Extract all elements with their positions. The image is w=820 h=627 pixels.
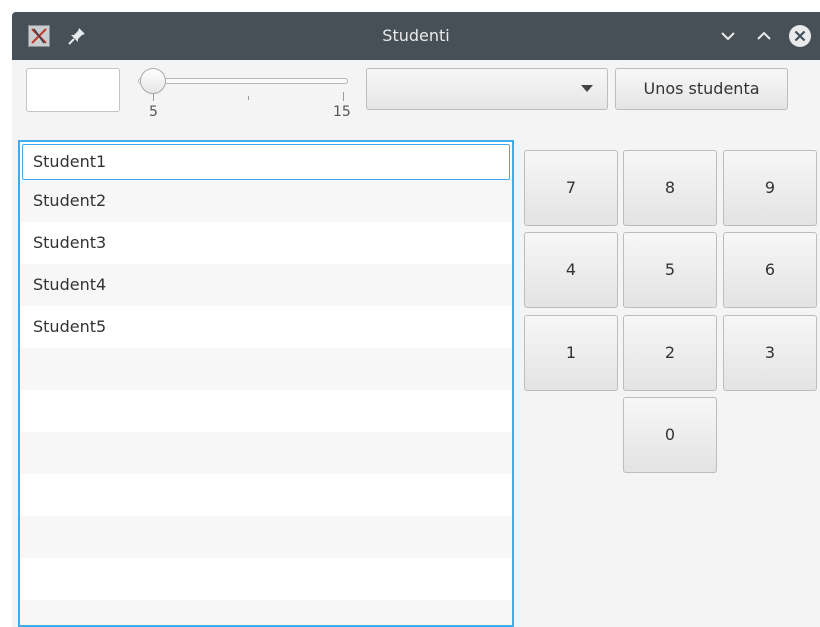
keypad-key-8[interactable]: 8 (623, 150, 717, 226)
keypad-key-3[interactable]: 3 (723, 315, 817, 391)
list-item[interactable]: Student3 (20, 222, 512, 264)
text-field[interactable] (26, 68, 120, 112)
list-row-empty[interactable] (20, 390, 512, 432)
list-item[interactable]: Student4 (20, 264, 512, 306)
minimize-button[interactable] (716, 24, 740, 48)
list-row-empty[interactable] (20, 600, 512, 625)
client-area: 5 15 Unos studenta Student1 Student2 Stu… (12, 60, 820, 627)
window-title: Studenti (382, 26, 450, 45)
maximize-button[interactable] (752, 24, 776, 48)
slider-min-label: 5 (149, 104, 158, 120)
add-student-button[interactable]: Unos studenta (615, 68, 788, 110)
list-row-empty[interactable] (20, 558, 512, 600)
keypad-key-6[interactable]: 6 (723, 232, 817, 308)
chevron-down-icon (581, 85, 593, 92)
app-icon[interactable] (28, 25, 50, 47)
slider-track[interactable] (138, 78, 348, 84)
combo-box[interactable] (366, 68, 608, 110)
slider-max-label: 15 (333, 104, 351, 120)
list-row-empty[interactable] (20, 348, 512, 390)
list-item[interactable]: Student2 (20, 180, 512, 222)
list-row-empty[interactable] (20, 516, 512, 558)
keypad-key-2[interactable]: 2 (623, 315, 717, 391)
keypad-key-0[interactable]: 0 (623, 397, 717, 473)
slider-tick (248, 96, 249, 100)
keypad-key-9[interactable]: 9 (723, 150, 817, 226)
window-titlebar[interactable]: Studenti (12, 12, 820, 60)
keypad-key-4[interactable]: 4 (524, 232, 618, 308)
pin-icon[interactable] (67, 26, 87, 46)
close-button[interactable] (788, 24, 812, 48)
list-item[interactable]: Student5 (20, 306, 512, 348)
list-item[interactable]: Student1 (22, 144, 510, 180)
list-row-empty[interactable] (20, 432, 512, 474)
keypad-key-5[interactable]: 5 (623, 232, 717, 308)
list-row-empty[interactable] (20, 474, 512, 516)
keypad-key-7[interactable]: 7 (524, 150, 618, 226)
student-list[interactable]: Student1 Student2 Student3 Student4 Stud… (18, 140, 514, 627)
slider-thumb[interactable] (140, 68, 166, 94)
slider[interactable]: 5 15 (128, 66, 358, 126)
slider-tick (343, 92, 344, 101)
keypad-key-1[interactable]: 1 (524, 315, 618, 391)
